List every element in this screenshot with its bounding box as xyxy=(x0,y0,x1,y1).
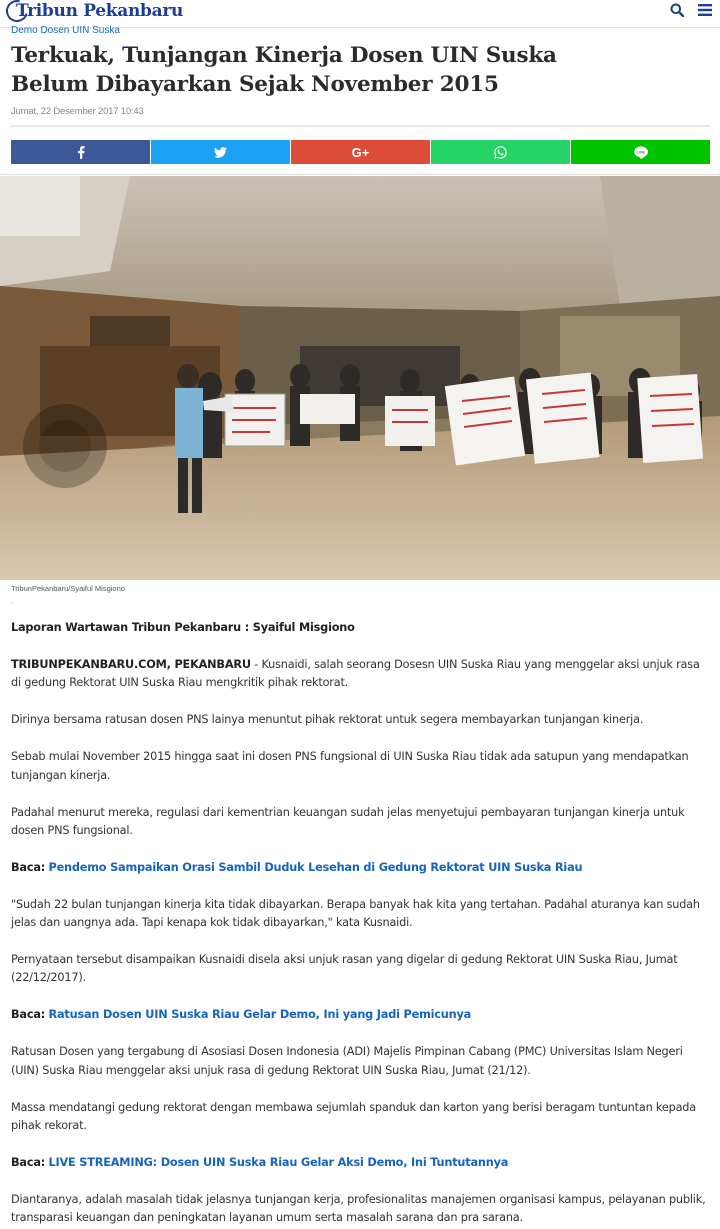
logo-text: Tribun Pekanbaru xyxy=(16,1,184,21)
paragraph: Dirinya bersama ratusan dosen PNS lainya… xyxy=(11,713,644,727)
search-icon[interactable] xyxy=(670,3,684,17)
site-logo[interactable]: Tribun Pekanbaru xyxy=(1,0,184,27)
baca-related: Baca: Pendemo Sampaikan Orasi Sambil Dud… xyxy=(11,859,706,877)
svg-text:LINE: LINE xyxy=(637,150,646,154)
baca-related: Baca: LIVE STREAMING: Dosen UIN Suska Ri… xyxy=(11,1154,706,1172)
paragraph: Pernyataan tersebut disampaikan Kusnaidi… xyxy=(11,953,678,985)
article-category[interactable]: Demo Dosen UIN Suska xyxy=(11,25,120,36)
article-title: Terkuak, Tunjangan Kinerja Dosen UIN Sus… xyxy=(11,43,557,97)
top-navbar: Tribun Pekanbaru xyxy=(0,0,720,28)
related-link-2[interactable]: Ratusan Dosen UIN Suska Riau Gelar Demo,… xyxy=(48,1008,471,1021)
share-whatsapp-button[interactable] xyxy=(431,140,570,164)
dateline: TRIBUNPEKANBARU.COM, PEKANBARU xyxy=(11,657,251,671)
paragraph: Massa mendatangi gedung rektorat dengan … xyxy=(11,1100,697,1132)
article-photo xyxy=(0,176,720,580)
whatsapp-icon xyxy=(494,145,507,159)
title-divider xyxy=(11,125,710,127)
baca-label: Baca: xyxy=(11,860,46,874)
facebook-icon xyxy=(77,145,84,159)
paragraph: Ratusan Dosen yang tergabung di Asosiasi… xyxy=(11,1045,683,1077)
share-twitter-button[interactable] xyxy=(151,140,290,164)
baca-label: Baca: xyxy=(11,1155,46,1169)
twitter-icon xyxy=(214,146,227,158)
byline: Laporan Wartawan Tribun Pekanbaru : Syai… xyxy=(11,619,706,637)
byline-text: Laporan Wartawan Tribun Pekanbaru : Syai… xyxy=(11,621,355,634)
caption-dot: . xyxy=(11,597,14,605)
share-bar: G+ LINE xyxy=(11,140,710,164)
article-date: Jumat, 22 Desember 2017 10:43 xyxy=(11,106,144,117)
google-plus-icon: G+ xyxy=(351,144,370,160)
paragraph: "Sudah 22 bulan tunjangan kinerja kita t… xyxy=(11,897,700,930)
photo-caption: TribunPekanbaru/Syaiful Misgiono xyxy=(11,584,125,593)
paragraph: Sebab mulai November 2015 hingga saat in… xyxy=(11,750,689,782)
paragraph: Padahal menurut mereka, regulasi dari ke… xyxy=(11,805,685,837)
article-body: Laporan Wartawan Tribun Pekanbaru : Syai… xyxy=(11,619,706,1229)
share-google-plus-button[interactable]: G+ xyxy=(291,140,430,164)
related-link-3[interactable]: LIVE STREAMING: Dosen UIN Suska Riau Gel… xyxy=(48,1156,508,1169)
menu-icon[interactable] xyxy=(698,4,712,16)
related-link-1[interactable]: Pendemo Sampaikan Orasi Sambil Duduk Les… xyxy=(48,861,582,874)
paragraph: TRIBUNPEKANBARU.COM, PEKANBARU - Kusnaid… xyxy=(11,656,706,693)
share-facebook-button[interactable] xyxy=(11,140,150,164)
photo-separator xyxy=(0,174,720,175)
paragraph: Diantaranya, adalah masalah tidak jelasn… xyxy=(11,1192,706,1225)
share-line-button[interactable]: LINE xyxy=(571,140,710,164)
baca-related: Baca: Ratusan Dosen UIN Suska Riau Gelar… xyxy=(11,1006,706,1024)
baca-label: Baca: xyxy=(11,1008,46,1022)
line-icon: LINE xyxy=(633,145,648,159)
